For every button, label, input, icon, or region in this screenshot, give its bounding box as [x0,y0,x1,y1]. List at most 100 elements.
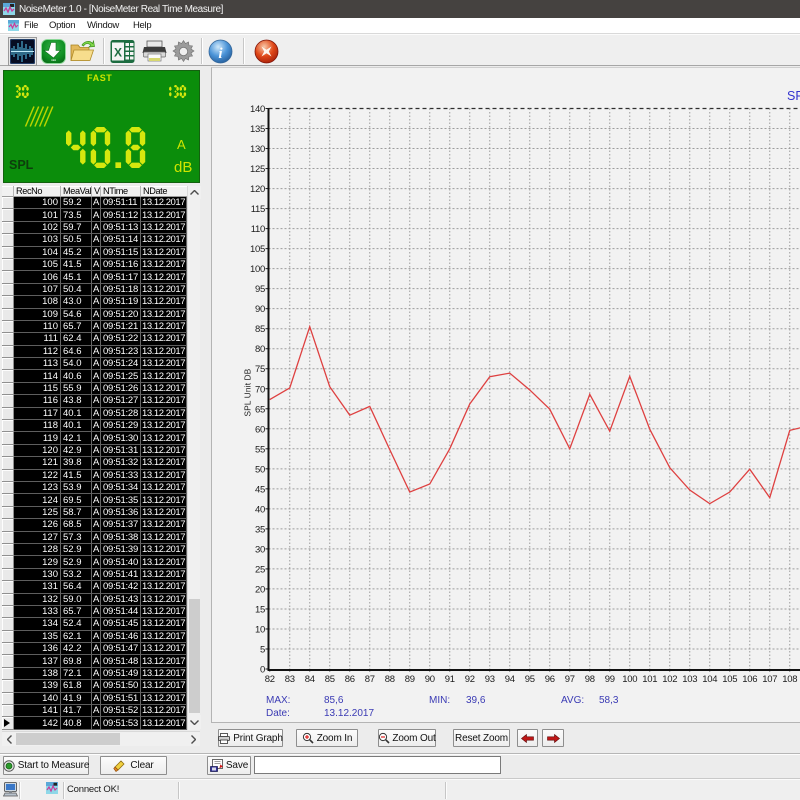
header-ntime[interactable]: NTime [101,186,141,197]
table-vertical-scrollbar[interactable] [187,186,200,730]
close-red-icon[interactable] [254,39,279,64]
table-row[interactable]: 11555.9A09:51:2613.12.2017 [2,383,187,395]
table-row[interactable]: 12852.9A09:51:3913.12.2017 [2,544,187,556]
header-meaval[interactable]: MeaVal [61,186,92,197]
svg-text:X: X [114,46,122,60]
table-cell: 09:51:21 [101,321,141,333]
table-row[interactable]: 11065.7A09:51:2113.12.2017 [2,321,187,333]
zoom-in-button[interactable]: Zoom In [296,729,358,747]
scroll-chart-left-button[interactable] [517,729,538,747]
table-row[interactable]: 13872.1A09:51:4913.12.2017 [2,668,187,680]
save-filename-input[interactable] [254,756,501,774]
lcd-unit: dB [174,159,192,176]
open-folder-icon[interactable] [70,39,95,64]
table-row[interactable]: 13452.4A09:51:4513.12.2017 [2,618,187,630]
print-graph-button[interactable]: Print Graph [218,729,283,747]
row-indicator [2,321,14,333]
table-row[interactable]: 14141.7A09:51:5213.12.2017 [2,705,187,717]
header-ndate[interactable]: NDate [141,186,187,197]
reset-zoom-button[interactable]: Reset Zoom [453,729,510,747]
printer-icon[interactable] [142,39,167,64]
menu-bar: File Option Window Help [0,18,800,33]
table-row[interactable]: 10059.2A09:51:1113.12.2017 [2,197,187,209]
table-row[interactable]: 13365.7A09:51:4413.12.2017 [2,606,187,618]
table-row[interactable]: 11840.1A09:51:2913.12.2017 [2,420,187,432]
header-recno[interactable]: RecNo [14,186,61,197]
row-indicator [2,346,14,358]
table-horizontal-scrollbar[interactable] [2,731,200,746]
waveform-icon[interactable] [10,39,35,64]
excel-icon[interactable]: X [110,39,135,64]
table-row[interactable]: 11264.6A09:51:2313.12.2017 [2,346,187,358]
table-row[interactable]: 10954.6A09:51:2013.12.2017 [2,309,187,321]
row-indicator [2,581,14,593]
menu-window[interactable]: Window [87,20,119,31]
export-green-icon[interactable]: ▪▪▪ [41,39,66,64]
table-cell: 09:51:50 [101,680,141,692]
scroll-thumb[interactable] [16,733,120,745]
scroll-left-button[interactable] [2,732,16,746]
table-row[interactable]: 13562.1A09:51:4613.12.2017 [2,631,187,643]
y-axis-title: SPL Unit DB [244,348,253,438]
table-row[interactable]: 13053.2A09:51:4113.12.2017 [2,569,187,581]
table-row[interactable]: 14240.8A09:51:5313.12.2017 [2,717,187,729]
table-row[interactable]: 11740.1A09:51:2813.12.2017 [2,408,187,420]
gear-icon[interactable] [171,39,196,64]
start-measure-button[interactable]: Start to Measure [3,756,89,775]
table-cell: 45.2 [61,247,92,259]
table-cell: 13.12.2017 [141,519,187,531]
table-row[interactable]: 13961.8A09:51:5013.12.2017 [2,680,187,692]
title-bar: NoiseMeter 1.0 - [NoiseMeter Real Time M… [0,0,800,18]
table-row[interactable]: 12757.3A09:51:3813.12.2017 [2,532,187,544]
info-icon[interactable]: i [208,39,233,64]
header-v[interactable]: V [92,186,101,197]
measurement-table: RecNo MeaVal V NTime NDate 10059.2A09:51… [2,186,200,746]
table-row[interactable]: 10259.7A09:51:1313.12.2017 [2,222,187,234]
table-row[interactable]: 11643.8A09:51:2713.12.2017 [2,395,187,407]
table-row[interactable]: 10173.5A09:51:1213.12.2017 [2,209,187,221]
table-row[interactable]: 12668.5A09:51:3713.12.2017 [2,519,187,531]
table-row[interactable]: 12353.9A09:51:3413.12.2017 [2,482,187,494]
table-row[interactable]: 10750.4A09:51:1813.12.2017 [2,284,187,296]
scroll-up-button[interactable] [188,186,201,199]
table-row[interactable]: 10445.2A09:51:1513.12.2017 [2,247,187,259]
scroll-thumb[interactable] [189,599,200,713]
scroll-chart-right-button[interactable] [542,729,564,747]
table-row[interactable]: 13259.0A09:51:4313.12.2017 [2,594,187,606]
table-row[interactable]: 10541.5A09:51:1613.12.2017 [2,259,187,271]
table-row[interactable]: 12952.9A09:51:4013.12.2017 [2,556,187,568]
clear-icon [113,759,126,772]
svg-text:55: 55 [255,444,265,455]
table-cell: 42.2 [61,643,92,655]
scroll-down-button[interactable] [188,715,201,729]
table-row[interactable]: 11440.6A09:51:2513.12.2017 [2,370,187,382]
table-row[interactable]: 11942.1A09:51:3013.12.2017 [2,432,187,444]
table-row[interactable]: 14041.9A09:51:5113.12.2017 [2,693,187,705]
row-indicator [2,370,14,382]
menu-help[interactable]: Help [133,20,151,31]
table-row[interactable]: 13642.2A09:51:4713.12.2017 [2,643,187,655]
table-row[interactable]: 11354.0A09:51:2413.12.2017 [2,358,187,370]
table-row[interactable]: 12042.9A09:51:3113.12.2017 [2,445,187,457]
table-row[interactable]: 12139.8A09:51:3213.12.2017 [2,457,187,469]
table-row[interactable]: 10843.0A09:51:1913.12.2017 [2,296,187,308]
table-cell: 42.9 [61,445,92,457]
table-row[interactable]: 12469.5A09:51:3513.12.2017 [2,494,187,506]
menu-file[interactable]: File [24,20,38,31]
save-button[interactable]: Save [207,756,251,775]
table-row[interactable]: 12558.7A09:51:3613.12.2017 [2,507,187,519]
table-cell: 42.1 [61,432,92,444]
table-cell: 13.12.2017 [141,631,187,643]
table-cell: A [92,717,101,729]
table-row[interactable]: 10645.1A09:51:1713.12.2017 [2,271,187,283]
table-cell: 41.9 [61,693,92,705]
table-row[interactable]: 13156.4A09:51:4213.12.2017 [2,581,187,593]
menu-option[interactable]: Option [49,20,75,31]
table-row[interactable]: 13769.8A09:51:4813.12.2017 [2,655,187,667]
zoom-out-button[interactable]: Zoom Out [378,729,436,747]
table-row[interactable]: 12241.5A09:51:3313.12.2017 [2,470,187,482]
clear-button[interactable]: Clear [100,756,167,775]
table-row[interactable]: 10350.5A09:51:1413.12.2017 [2,234,187,246]
table-row[interactable]: 11162.4A09:51:2213.12.2017 [2,333,187,345]
scroll-right-button[interactable] [186,732,200,746]
